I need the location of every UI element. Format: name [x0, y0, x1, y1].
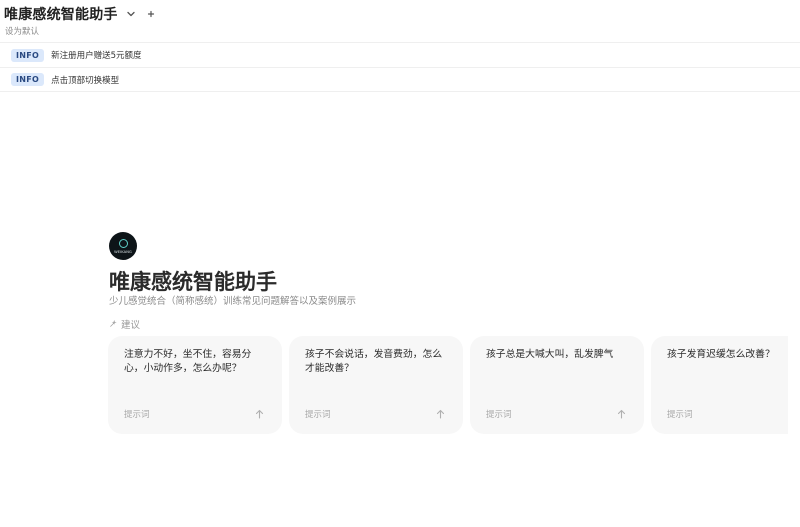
suggestion-card[interactable]: 孩子不会说话，发音费劲，怎么才能改善？ 提示词: [289, 336, 463, 434]
suggestion-card[interactable]: 注意力不好，坐不住，容易分心，小动作多，怎么办呢？ 提示词: [108, 336, 282, 434]
chevron-down-icon[interactable]: [124, 7, 138, 21]
set-default-link[interactable]: 设为默认: [5, 25, 39, 37]
sparkle-icon: [109, 320, 117, 328]
avatar-logo-text: WEIKANG: [114, 250, 132, 254]
assistant-description: 少儿感觉统合（简称感统）训练常见问题解答以及案例展示: [109, 296, 357, 307]
model-title[interactable]: 唯康感统智能助手: [4, 4, 118, 24]
plus-icon[interactable]: [144, 7, 158, 21]
card-question: 孩子不会说话，发音费劲，怎么才能改善？: [305, 349, 443, 374]
suggestion-card[interactable]: 孩子发育迟缓怎么改善？ 提示词: [651, 336, 788, 434]
info-badge: INFO: [11, 48, 45, 62]
suggestion-card[interactable]: 孩子总是大喊大叫，乱发脾气 提示词: [470, 336, 644, 434]
card-tag: 提示词: [305, 410, 331, 420]
suggestions-heading: 建议: [109, 317, 140, 331]
notice-row: INFO 点击顶部切换模型: [0, 67, 800, 92]
logo-icon: [118, 239, 128, 248]
arrow-up-icon: [255, 409, 264, 419]
suggestions-label: 建议: [121, 320, 141, 331]
model-header: 唯康感统智能助手: [4, 4, 158, 24]
assistant-avatar: WEIKANG: [109, 232, 137, 260]
suggestion-cards: 注意力不好，坐不住，容易分心，小动作多，怎么办呢？ 提示词 孩子不会说话，发音费…: [108, 336, 788, 435]
notice-text: 新注册用户赠送5元额度: [51, 51, 142, 61]
chat-page: 唯康感统智能助手 设为默认 INFO 新注册用户赠送5元额度 INFO 点击顶部…: [0, 0, 800, 527]
notice-text: 点击顶部切换模型: [51, 75, 120, 86]
arrow-up-icon: [617, 409, 626, 419]
card-tag: 提示词: [124, 410, 150, 420]
arrow-up-icon: [436, 409, 445, 419]
notice-row: INFO 新注册用户赠送5元额度: [0, 42, 800, 67]
card-question: 注意力不好，坐不住，容易分心，小动作多，怎么办呢？: [124, 349, 252, 374]
card-tag: 提示词: [667, 410, 693, 420]
card-tag: 提示词: [486, 410, 512, 420]
card-question: 孩子总是大喊大叫，乱发脾气: [486, 349, 614, 360]
card-question: 孩子发育迟缓怎么改善？: [667, 349, 775, 360]
info-badge: INFO: [11, 73, 45, 86]
assistant-name: 唯康感统智能助手: [109, 270, 277, 294]
